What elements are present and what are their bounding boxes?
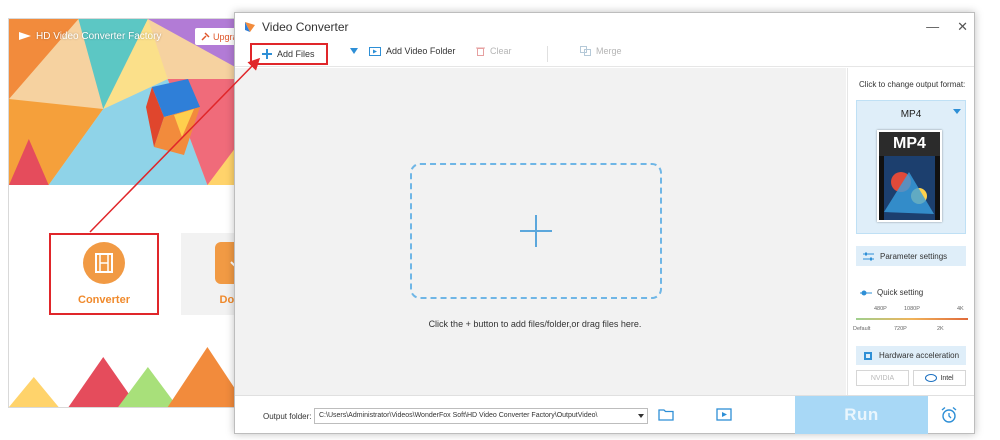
chevron-down-icon[interactable]	[350, 48, 358, 54]
thumbnail-label: MP4	[893, 135, 926, 152]
launcher-title-text: HD Video Converter Factory	[36, 30, 162, 42]
quality-tick-default: Default	[853, 326, 871, 332]
quality-tick-1080p: 1080P	[904, 306, 920, 312]
sliders-icon	[863, 252, 874, 260]
app-logo-icon	[245, 22, 255, 32]
drop-hint: Click the + button to add files/folder,o…	[428, 319, 642, 329]
window-controls: — ✕	[926, 19, 968, 35]
parameter-settings-label: Parameter settings	[880, 251, 948, 261]
app-3d-logo	[146, 79, 200, 155]
drop-zone[interactable]	[410, 163, 662, 299]
nvidia-label: NVIDIA	[870, 374, 895, 382]
output-folder-field[interactable]: C:\Users\Administrator\Videos\WonderFox …	[314, 408, 648, 424]
title-bar: Video Converter	[235, 13, 974, 41]
launcher-title: HD Video Converter Factory	[19, 30, 161, 42]
quality-tick-4k: 4K	[957, 306, 964, 312]
add-video-folder-label: Add Video Folder	[386, 46, 456, 56]
screenshot-stage: HD Video Converter Factory Upgrade Conve…	[0, 0, 1000, 440]
quality-tick-2k: 2K	[937, 326, 944, 332]
footer-bar: Output folder: C:\Users\Administrator\Vi…	[235, 395, 974, 434]
intel-label: Intel	[940, 374, 954, 382]
output-format-panel: Click to change output format: MP4 MP4 P…	[847, 68, 974, 395]
plus-icon	[262, 49, 272, 59]
quality-tick-720p: 720P	[894, 326, 907, 332]
converter-tile-label: Converter	[78, 294, 130, 306]
close-button[interactable]: ✕	[957, 19, 968, 35]
output-folder-label: Output folder:	[263, 412, 312, 421]
toolbar: Add Files Add Video Folder Clear Merge	[235, 41, 974, 67]
quality-slider[interactable]	[856, 318, 968, 320]
quick-setting-label: Quick setting	[860, 288, 923, 297]
chip-icon	[864, 351, 872, 360]
hardware-acceleration-toggle[interactable]: Hardware acceleration	[856, 346, 966, 365]
quick-setting-text: Quick setting	[877, 288, 924, 297]
file-list-area: Click the + button to add files/folder,o…	[235, 68, 846, 395]
launcher-footer-art	[9, 347, 248, 407]
minimize-button[interactable]: —	[926, 19, 939, 35]
clear-label: Clear	[490, 46, 512, 56]
launcher-window: HD Video Converter Factory Upgrade Conve…	[8, 18, 258, 408]
intel-logo-icon	[925, 374, 938, 382]
converter-tile[interactable]: Converter	[49, 233, 159, 315]
chevron-down-icon[interactable]	[638, 414, 644, 418]
add-files-button[interactable]: Add Files	[250, 43, 328, 65]
app-logo-icon	[19, 32, 31, 40]
open-folder-icon[interactable]	[658, 408, 674, 421]
parameter-settings-button[interactable]: Parameter settings	[856, 246, 966, 266]
add-video-folder-button[interactable]: Add Video Folder	[350, 46, 455, 56]
nvidia-button[interactable]: NVIDIA	[856, 370, 909, 386]
merge-label: Merge	[596, 46, 622, 56]
quality-tick-480p: 480P	[874, 306, 887, 312]
merge-icon	[580, 46, 591, 56]
output-format-caption: Click to change output format:	[859, 80, 966, 89]
film-icon	[83, 242, 125, 284]
video-converter-window: Video Converter — ✕ Add Files Add Video …	[234, 12, 975, 434]
hammer-icon	[201, 32, 210, 41]
alarm-clock-icon[interactable]	[940, 406, 958, 424]
add-files-label: Add Files	[277, 49, 315, 59]
mp4-thumbnail: MP4	[877, 130, 942, 222]
toolbar-divider	[547, 46, 548, 62]
merge-button[interactable]: Merge	[580, 46, 622, 56]
intel-button[interactable]: Intel	[913, 370, 966, 386]
video-folder-icon[interactable]	[716, 408, 732, 421]
folder-video-icon	[369, 47, 381, 56]
chevron-down-icon[interactable]	[953, 109, 961, 114]
slider-icon	[860, 290, 872, 295]
trash-icon	[476, 47, 485, 56]
output-format-name: MP4	[900, 109, 922, 120]
window-title: Video Converter	[262, 20, 349, 34]
run-button[interactable]: Run	[795, 396, 928, 434]
hardware-acceleration-label: Hardware acceleration	[879, 351, 960, 360]
clear-button[interactable]: Clear	[476, 46, 512, 56]
output-folder-path: C:\Users\Administrator\Videos\WonderFox …	[319, 412, 598, 419]
plus-icon[interactable]	[520, 215, 552, 247]
output-format-selector[interactable]: MP4 MP4	[856, 100, 966, 234]
